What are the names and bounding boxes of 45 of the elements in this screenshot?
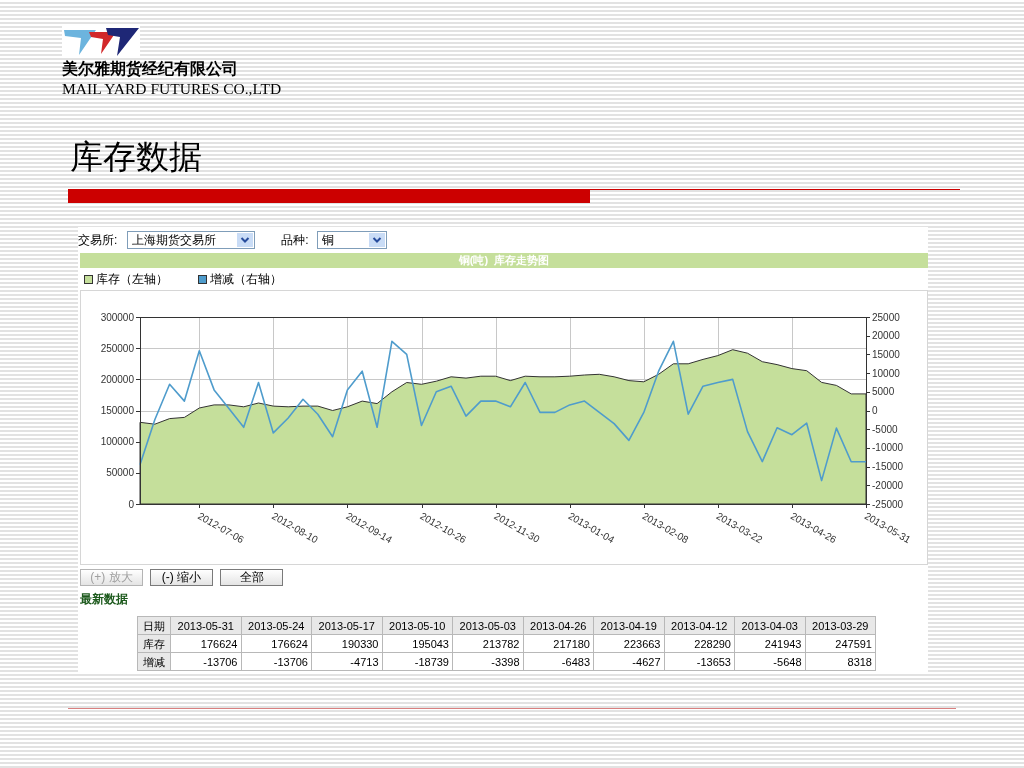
y-axis-label: 250000 (100, 342, 134, 354)
y-axis-label: 0 (872, 405, 878, 416)
filter-label: 品种: (281, 232, 309, 249)
row-header: 日期 (137, 616, 171, 635)
column-header: 2013-05-03 (452, 616, 523, 635)
y-axis-label: -15000 (872, 461, 904, 473)
y-axis-label: 5000 (872, 386, 895, 398)
column-header: 2013-05-24 (241, 616, 312, 635)
logo-icon (62, 25, 140, 58)
y-axis-label: -10000 (872, 442, 904, 454)
legend-label: 增减（右轴） (210, 273, 282, 286)
section-title: 最新数据 (80, 592, 128, 606)
slide-title: 库存数据 (70, 138, 202, 177)
column-header: 2013-05-10 (382, 616, 453, 635)
show-all-button[interactable]: 全部 (220, 569, 283, 586)
y-axis-label: 50000 (106, 467, 134, 479)
company-name-english: MAIL YARD FUTURES CO.,LTD (62, 79, 282, 99)
dropdown[interactable]: 铜 (316, 231, 387, 249)
y-axis-label: 15000 (872, 348, 900, 360)
column-header: 2013-05-17 (311, 616, 382, 635)
filter-label: 交易所: (78, 232, 118, 249)
legend-label: 库存（左轴） (96, 273, 168, 286)
y-axis-label: -5000 (872, 423, 898, 435)
y-axis-label: 300000 (100, 311, 134, 323)
y-axis-label: 0 (128, 498, 134, 510)
chevron-down-icon (368, 233, 385, 247)
y-axis-label: 200000 (100, 373, 134, 385)
y-axis-label: -20000 (872, 479, 904, 491)
zoom-out-button[interactable]: (-) 缩小 (150, 569, 213, 586)
column-header: 2013-04-26 (523, 616, 594, 635)
chart-title: 铜(吨) 库存走势图 (80, 253, 928, 268)
y-axis-label: 25000 (872, 311, 900, 323)
y-axis-label: 150000 (100, 405, 134, 416)
column-header: 2013-05-31 (170, 616, 241, 635)
y-axis-label: 10000 (872, 367, 900, 379)
y-axis-label: 100000 (100, 436, 134, 448)
company-name: 美尔雅期货经纪有限公司 (62, 59, 238, 79)
chevron-down-icon (237, 233, 254, 247)
column-header: 2013-04-12 (664, 616, 735, 635)
y-axis-label: -25000 (872, 498, 904, 510)
y-axis-label: 20000 (872, 330, 900, 342)
column-header: 2013-03-29 (805, 616, 876, 635)
column-header: 2013-04-19 (593, 616, 664, 635)
dropdown[interactable]: 上海期货交易所 (127, 231, 256, 249)
column-header: 2013-04-03 (734, 616, 805, 635)
